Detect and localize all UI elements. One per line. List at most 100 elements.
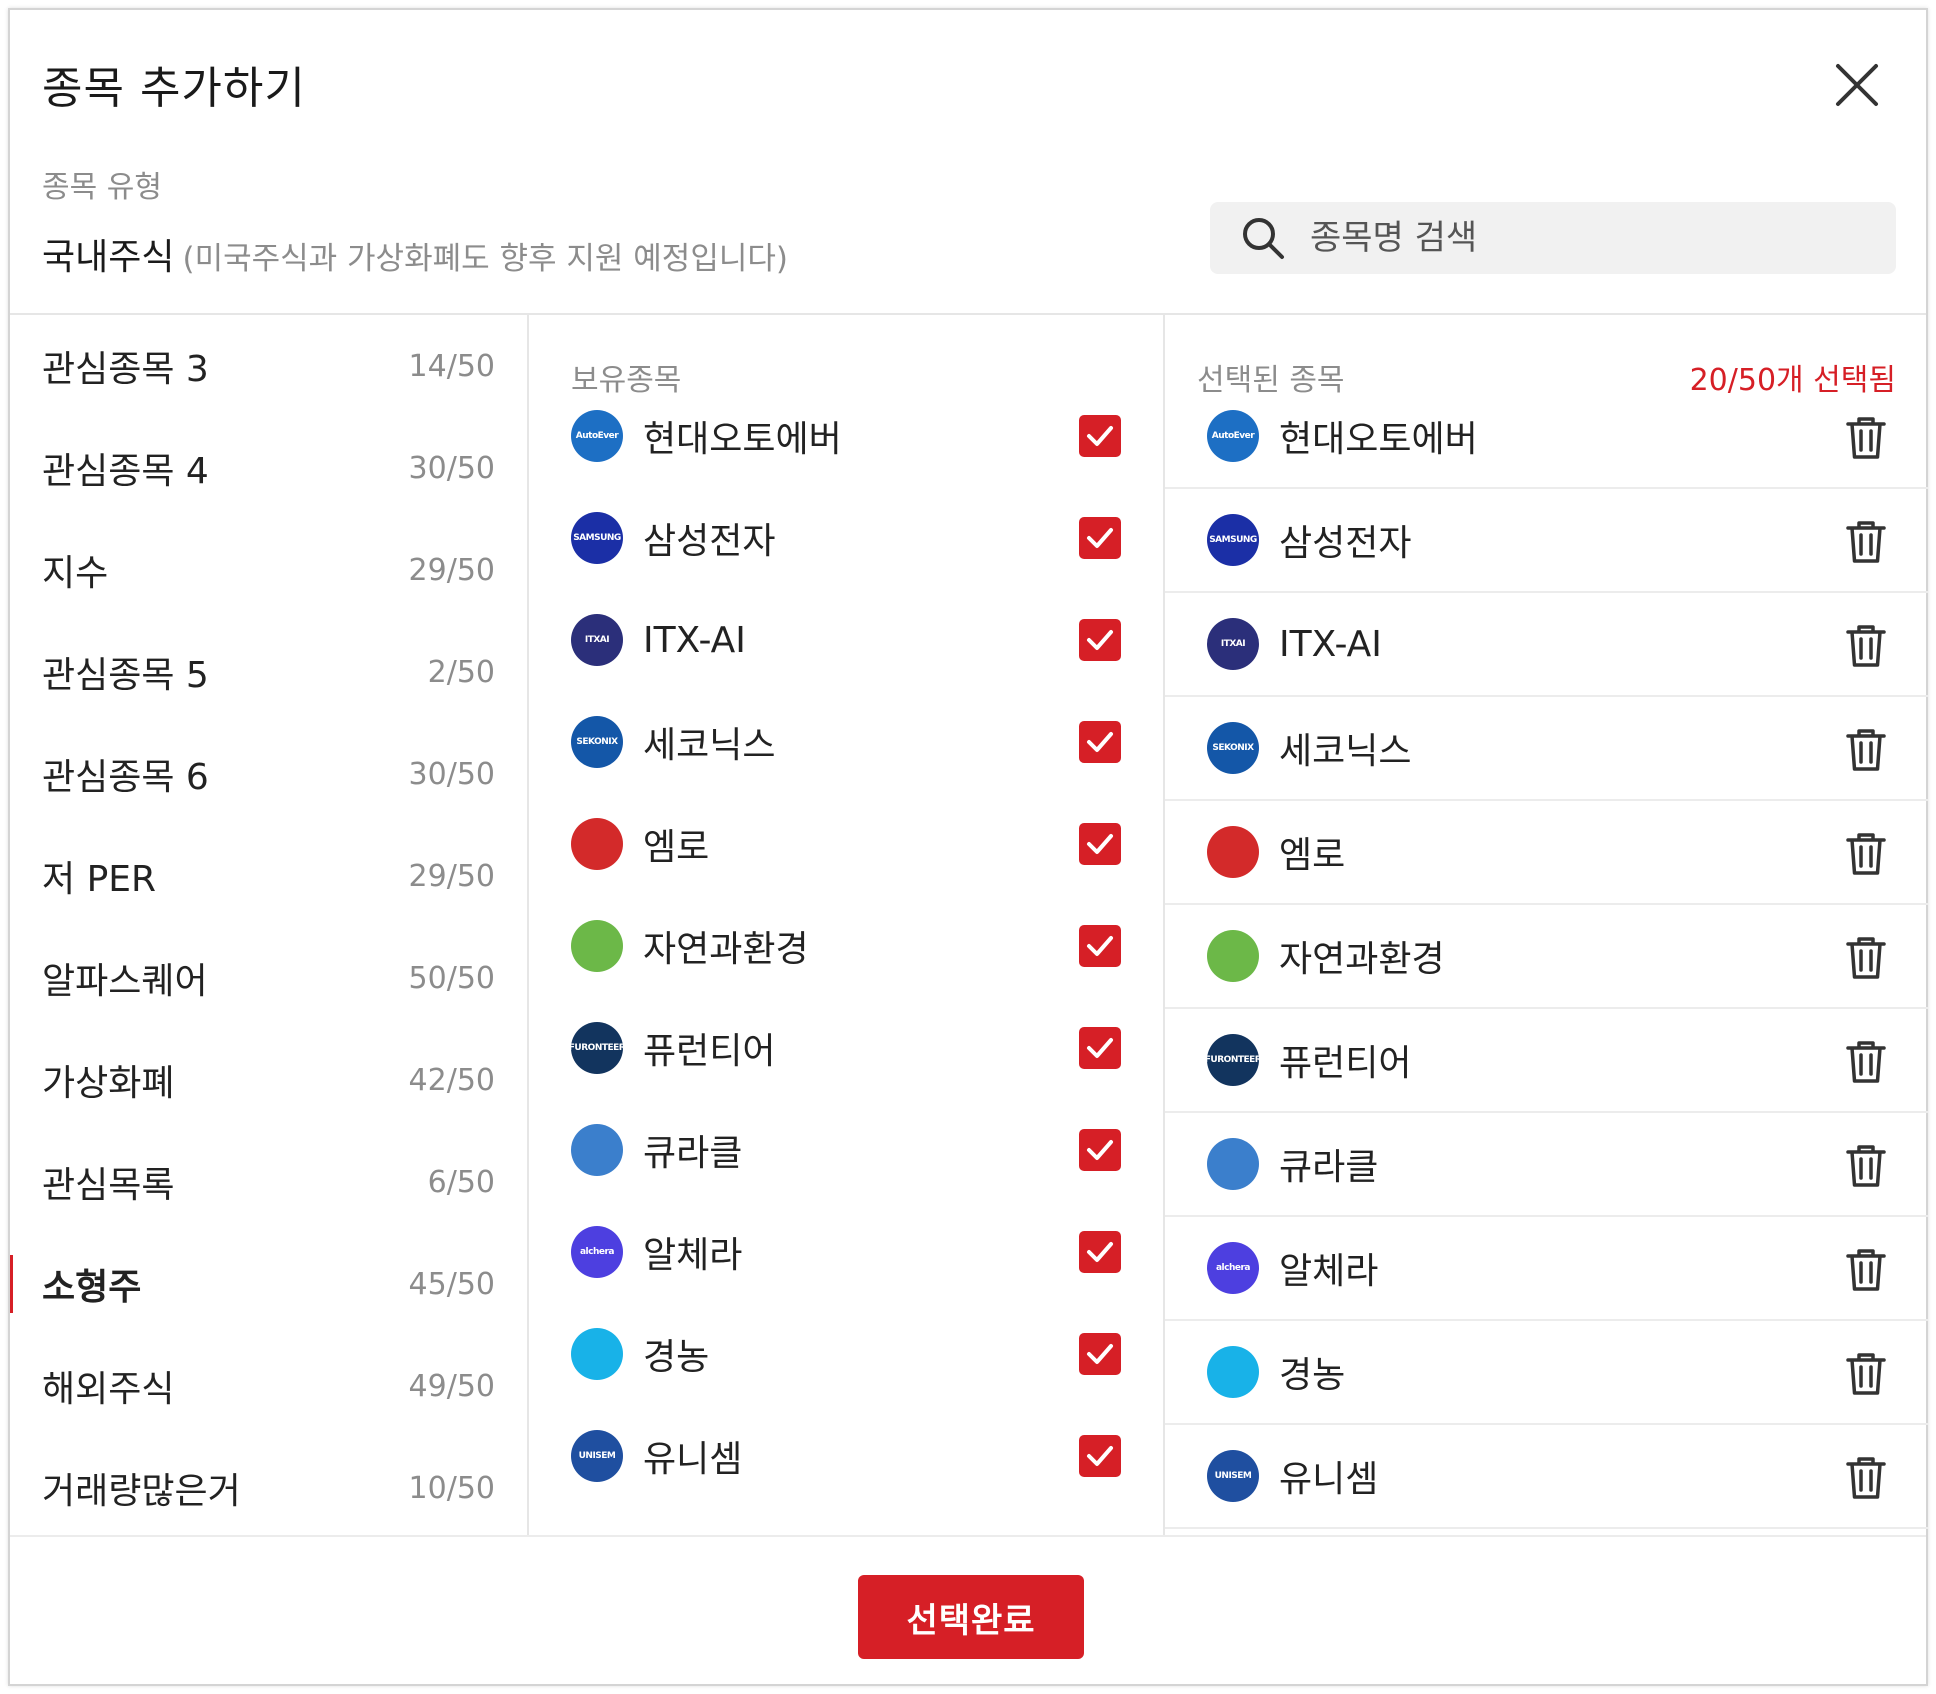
modal-title: 종목 추가하기 [42,63,306,114]
selected-stock-row: 엠로 [1165,801,1928,905]
watchlist-group[interactable]: 소형주 45/50 [10,1233,527,1335]
group-name: 관심종목 4 [42,451,209,492]
checkmark-icon [1079,1231,1121,1273]
remove-stock-button[interactable] [1844,1455,1888,1501]
remove-stock-button[interactable] [1844,727,1888,773]
group-count: 30/50 [408,756,495,792]
checkmark-icon [1079,619,1121,661]
stock-name: 삼성전자 [643,521,776,562]
checkmark-icon [1079,1129,1121,1171]
stock-logo-icon: AutoEver [1207,410,1259,462]
held-stock-row[interactable]: AutoEver 현대오토에버 [529,385,1163,487]
group-count: 2/50 [427,654,495,690]
stock-checkbox[interactable] [1079,619,1121,661]
add-stock-modal: 종목 추가하기 종목 유형 국내주식 (미국주식과 가상화폐도 향후 지원 예정입… [8,8,1928,1686]
held-stock-row[interactable]: alchera 알체라 [529,1201,1163,1303]
stock-name: 현대오토에버 [643,419,842,460]
selected-stock-row: UNISEM 유니셈 [1165,1425,1928,1529]
search-icon [1243,218,1284,259]
group-name: 저 PER [42,859,157,900]
held-stock-row[interactable]: SAMSUNG 삼성전자 [529,487,1163,589]
stock-checkbox[interactable] [1079,823,1121,865]
group-count: 30/50 [408,450,495,486]
watchlist-group[interactable]: 관심종목 4 30/50 [10,417,527,519]
remove-stock-button[interactable] [1844,415,1888,461]
held-stock-row[interactable]: UNISEM 유니셈 [529,1405,1163,1507]
group-name: 지수 [42,553,109,594]
watchlist-group[interactable]: 거래량많은거 10/50 [10,1437,527,1535]
remove-stock-button[interactable] [1844,1039,1888,1085]
stock-checkbox[interactable] [1079,1231,1121,1273]
stock-name: 퓨런티어 [1279,1043,1412,1084]
trash-icon [1844,1041,1888,1089]
remove-stock-button[interactable] [1844,1247,1888,1293]
group-name: 해외주식 [42,1369,175,1410]
done-button[interactable]: 선택완료 [858,1575,1084,1659]
trash-icon [1844,1249,1888,1297]
watchlist-group[interactable]: 관심목록 6/50 [10,1131,527,1233]
stock-name: 현대오토에버 [1279,419,1478,460]
stock-logo-icon: alchera [1207,1242,1259,1294]
group-count: 49/50 [408,1368,495,1404]
checkmark-icon [1079,517,1121,559]
stock-name: 엠로 [643,827,710,868]
trash-icon [1844,625,1888,673]
stock-logo-icon [1207,1346,1259,1398]
remove-stock-button[interactable] [1844,831,1888,877]
search-box[interactable] [1210,202,1896,274]
remove-stock-button[interactable] [1844,519,1888,565]
watchlist-group[interactable]: 관심종목 3 14/50 [10,315,527,417]
stock-name: 유니셈 [643,1439,743,1480]
watchlist-group[interactable]: 지수 29/50 [10,519,527,621]
group-name: 소형주 [42,1267,142,1308]
held-stock-row[interactable]: ITXAI ITX-AI [529,589,1163,691]
group-name: 관심종목 5 [42,655,209,696]
held-stock-row[interactable]: 큐라클 [529,1099,1163,1201]
watchlist-group[interactable]: 저 PER 29/50 [10,825,527,927]
remove-stock-button[interactable] [1844,1143,1888,1189]
checkmark-icon [1079,1435,1121,1477]
watchlist-group[interactable]: 알파스퀘어 50/50 [10,927,527,1029]
held-stock-row[interactable]: 경농 [529,1303,1163,1405]
trash-icon [1844,521,1888,569]
stock-checkbox[interactable] [1079,517,1121,559]
held-stocks-panel: 보유종목 AutoEver 현대오토에버 SAMSUNG 삼성전자 ITXAI ITX-A… [529,315,1163,1535]
stock-checkbox[interactable] [1079,1027,1121,1069]
remove-stock-button[interactable] [1844,1351,1888,1397]
held-stock-row[interactable]: 엠로 [529,793,1163,895]
trash-icon [1844,833,1888,881]
stock-logo-icon: FURONTEER [1207,1034,1259,1086]
group-count: 42/50 [408,1062,495,1098]
held-stock-row[interactable]: 자연과환경 [529,895,1163,997]
watchlist-group[interactable]: 가상화폐 42/50 [10,1029,527,1131]
stock-name: 자연과환경 [643,929,809,970]
watchlist-group[interactable]: 관심종목 5 2/50 [10,621,527,723]
remove-stock-button[interactable] [1844,623,1888,669]
group-count: 10/50 [408,1470,495,1506]
stock-logo-icon: UNISEM [571,1430,623,1482]
watchlist-group[interactable]: 관심종목 6 30/50 [10,723,527,825]
held-stock-row[interactable]: SEKONIX 세코닉스 [529,691,1163,793]
stock-checkbox[interactable] [1079,925,1121,967]
group-name: 관심종목 3 [42,349,209,390]
checkmark-icon [1079,721,1121,763]
stock-checkbox[interactable] [1079,1129,1121,1171]
group-name: 거래량많은거 [42,1471,241,1512]
stock-type-note: (미국주식과 가상화폐도 향후 지원 예정입니다) [182,241,788,277]
remove-stock-button[interactable] [1844,935,1888,981]
selected-stock-row: FURONTEER 퓨런티어 [1165,1009,1928,1113]
watchlist-group[interactable]: 해외주식 49/50 [10,1335,527,1437]
close-button[interactable] [1828,56,1886,114]
stock-name: 알체라 [1279,1251,1379,1292]
stock-type-name: 국내주식 [42,237,175,278]
stock-checkbox[interactable] [1079,415,1121,457]
stock-name: 큐라클 [1279,1147,1379,1188]
stock-checkbox[interactable] [1079,1435,1121,1477]
stock-logo-icon: AutoEver [571,410,623,462]
search-input[interactable] [1310,218,1870,258]
stock-name: ITX-AI [1279,623,1382,665]
stock-name: 유니셈 [1279,1459,1379,1500]
stock-checkbox[interactable] [1079,1333,1121,1375]
held-stock-row[interactable]: FURONTEER 퓨런티어 [529,997,1163,1099]
stock-checkbox[interactable] [1079,721,1121,763]
